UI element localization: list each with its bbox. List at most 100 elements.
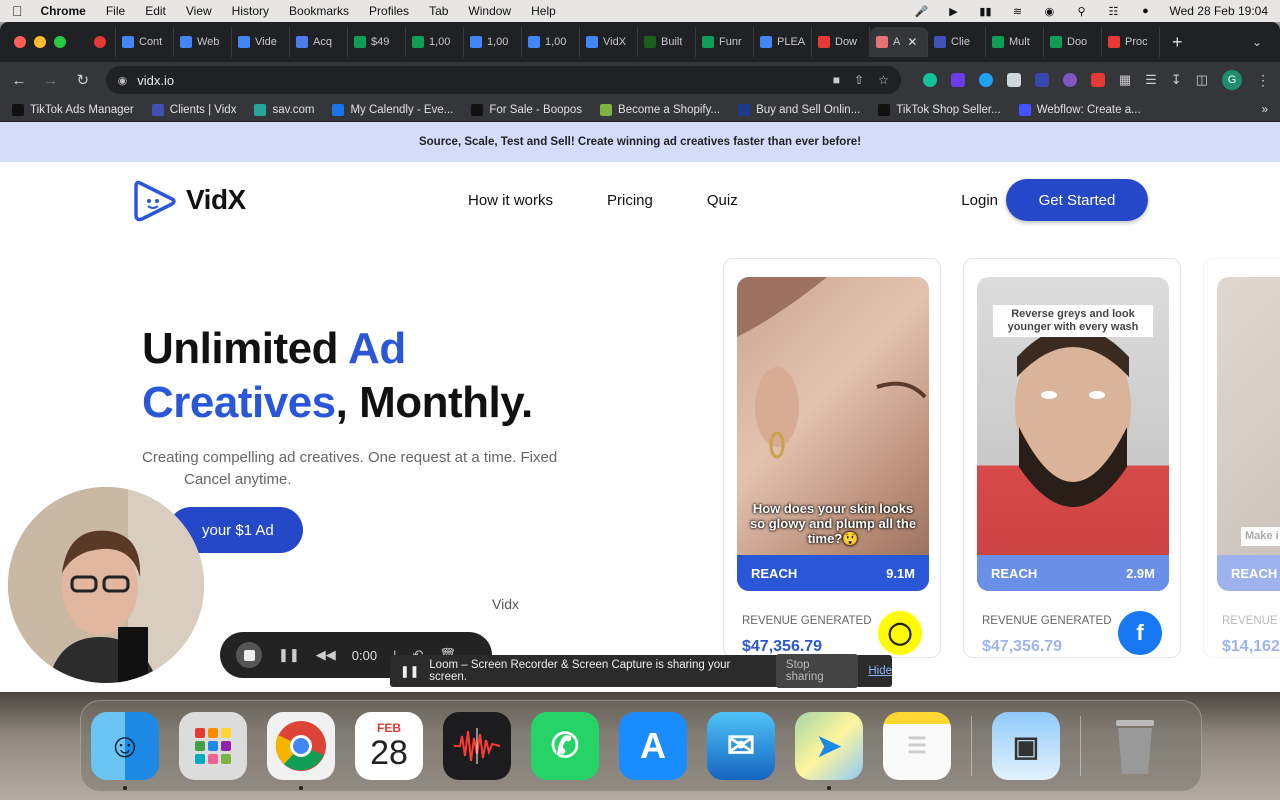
- wifi-icon[interactable]: ≋: [1009, 5, 1025, 18]
- reader-extension-icon[interactable]: [1006, 73, 1021, 87]
- menu-window[interactable]: Window: [468, 4, 511, 18]
- vidx-logo[interactable]: VidX: [132, 177, 246, 223]
- browser-tab[interactable]: VidX: [580, 27, 638, 57]
- ad-card-3[interactable]: Make i REACH REVENUE G $14,162: [1203, 258, 1280, 658]
- profile-avatar[interactable]: G: [1222, 70, 1242, 90]
- microphone-icon[interactable]: 🎤: [913, 5, 929, 18]
- reload-button[interactable]: ↻: [74, 71, 92, 89]
- bookmark-item[interactable]: TikTok Shop Seller...: [878, 103, 1001, 116]
- browser-tab[interactable]: Cont: [116, 27, 174, 57]
- browser-tab[interactable]: $49: [348, 27, 406, 57]
- tab-close-icon[interactable]: ✕: [907, 35, 917, 49]
- stop-recording-button[interactable]: [236, 642, 262, 668]
- bookmark-item[interactable]: Buy and Sell Onlin...: [738, 103, 860, 116]
- whatsapp-icon[interactable]: ✆: [531, 712, 599, 780]
- browser-tab[interactable]: Dow: [812, 27, 870, 57]
- menu-tab[interactable]: Tab: [429, 4, 448, 18]
- menu-view[interactable]: View: [186, 4, 212, 18]
- nav-pricing[interactable]: Pricing: [607, 192, 653, 209]
- browser-tab[interactable]: 1,00: [464, 27, 522, 57]
- ad-thumbnail-3[interactable]: Make i REACH: [1217, 277, 1280, 591]
- menubar-clock[interactable]: Wed 28 Feb 19:04: [1169, 4, 1268, 18]
- menu-profiles[interactable]: Profiles: [369, 4, 409, 18]
- mail-extension-icon[interactable]: [1090, 73, 1105, 87]
- menu-file[interactable]: File: [106, 4, 125, 18]
- voice-memos-icon[interactable]: [443, 712, 511, 780]
- drag-handle-icon[interactable]: ❚❚: [400, 664, 419, 678]
- camera-icon[interactable]: ■: [833, 73, 840, 87]
- browser-tab[interactable]: PLEA: [754, 27, 812, 57]
- browser-tab[interactable]: Acq: [290, 27, 348, 57]
- ad-card-2[interactable]: Reverse greys and look younger with ever…: [963, 258, 1181, 658]
- launchpad-icon[interactable]: [179, 712, 247, 780]
- new-tab-button[interactable]: +: [1172, 32, 1183, 53]
- downloads-icon[interactable]: ↧: [1171, 72, 1182, 88]
- browser-tab[interactable]: Web: [174, 27, 232, 57]
- tab-recording[interactable]: [88, 27, 116, 57]
- extension-icon[interactable]: [978, 73, 993, 87]
- rewind-icon[interactable]: ◀◀: [316, 647, 336, 663]
- menu-bookmarks[interactable]: Bookmarks: [289, 4, 349, 18]
- mail-icon[interactable]: ✉: [707, 712, 775, 780]
- battery-icon[interactable]: ▮▮: [977, 5, 993, 18]
- bookmark-star-icon[interactable]: ☆: [878, 73, 889, 87]
- play-circle-icon[interactable]: ▶: [945, 5, 961, 18]
- grammarly-extension-icon[interactable]: [922, 73, 937, 87]
- color-extension-icon[interactable]: [1062, 73, 1077, 87]
- share-icon[interactable]: ⇧: [854, 73, 864, 87]
- app-store-icon[interactable]: A: [619, 712, 687, 780]
- reading-list-icon[interactable]: ☰: [1145, 72, 1157, 88]
- nav-how-it-works[interactable]: How it works: [468, 192, 553, 209]
- notes-icon[interactable]: ☰: [883, 712, 951, 780]
- nav-quiz[interactable]: Quiz: [707, 192, 738, 209]
- menu-history[interactable]: History: [232, 4, 269, 18]
- vidiq-extension-icon[interactable]: [1034, 73, 1049, 87]
- browser-tab[interactable]: Doo: [1044, 27, 1102, 57]
- browser-tab[interactable]: Clie: [928, 27, 986, 57]
- chrome-icon[interactable]: [267, 712, 335, 790]
- kebab-menu-icon[interactable]: ⋮: [1256, 72, 1270, 89]
- hide-banner-link[interactable]: Hide: [868, 665, 892, 677]
- address-bar[interactable]: ◉ vidx.io ■ ⇧ ☆: [105, 66, 901, 94]
- bookmark-item[interactable]: Become a Shopify...: [600, 103, 720, 116]
- ad-thumbnail-2[interactable]: Reverse greys and look younger with ever…: [977, 277, 1169, 591]
- download-extension-icon[interactable]: [950, 73, 965, 87]
- spotlight-search-icon[interactable]: ⚲: [1073, 5, 1089, 18]
- back-button[interactable]: ←: [10, 72, 28, 89]
- pause-icon[interactable]: ❚❚: [278, 647, 300, 663]
- browser-tab[interactable]: Vide: [232, 27, 290, 57]
- menu-app-name[interactable]: Chrome: [41, 4, 86, 18]
- webcam-bubble[interactable]: [8, 487, 204, 683]
- browser-tab[interactable]: 1,00: [522, 27, 580, 57]
- bookmark-item[interactable]: For Sale - Boopos: [471, 103, 582, 116]
- minimize-window-button[interactable]: [34, 36, 46, 48]
- zoom-window-button[interactable]: [54, 36, 66, 48]
- menu-edit[interactable]: Edit: [145, 4, 166, 18]
- bookmark-item[interactable]: My Calendly - Eve...: [332, 103, 453, 116]
- get-started-button[interactable]: Get Started: [1006, 179, 1148, 221]
- preview-icon[interactable]: ▣: [992, 712, 1060, 780]
- url-text[interactable]: vidx.io: [137, 73, 174, 88]
- puzzle-extensions-icon[interactable]: ▦: [1119, 72, 1131, 88]
- maps-icon[interactable]: ➤: [795, 712, 863, 790]
- siri-icon[interactable]: ●: [1137, 5, 1153, 17]
- apple-menu-icon[interactable]: : [12, 3, 23, 19]
- browser-tab[interactable]: Built: [638, 27, 696, 57]
- browser-tab[interactable]: Funr: [696, 27, 754, 57]
- trash-icon[interactable]: [1101, 712, 1169, 780]
- browser-tab[interactable]: Proc: [1102, 27, 1160, 57]
- ad-card-1[interactable]: How does your skin looks so glowy and pl…: [723, 258, 941, 658]
- control-center-icon[interactable]: ☷: [1105, 5, 1121, 18]
- calendar-icon[interactable]: FEB 28: [355, 712, 423, 780]
- login-link[interactable]: Login: [961, 192, 998, 209]
- site-info-icon[interactable]: ◉: [118, 74, 128, 87]
- side-panel-icon[interactable]: ◫: [1196, 72, 1208, 88]
- ad-thumbnail-1[interactable]: How does your skin looks so glowy and pl…: [737, 277, 929, 591]
- close-window-button[interactable]: [14, 36, 26, 48]
- finder-icon[interactable]: ☺: [91, 712, 159, 790]
- bookmark-item[interactable]: sav.com: [254, 103, 314, 116]
- bookmark-item[interactable]: Clients | Vidx: [151, 103, 236, 116]
- stop-sharing-button[interactable]: Stop sharing: [775, 654, 859, 688]
- menu-help[interactable]: Help: [531, 4, 556, 18]
- tab-search-chevron-icon[interactable]: ⌄: [1252, 35, 1262, 49]
